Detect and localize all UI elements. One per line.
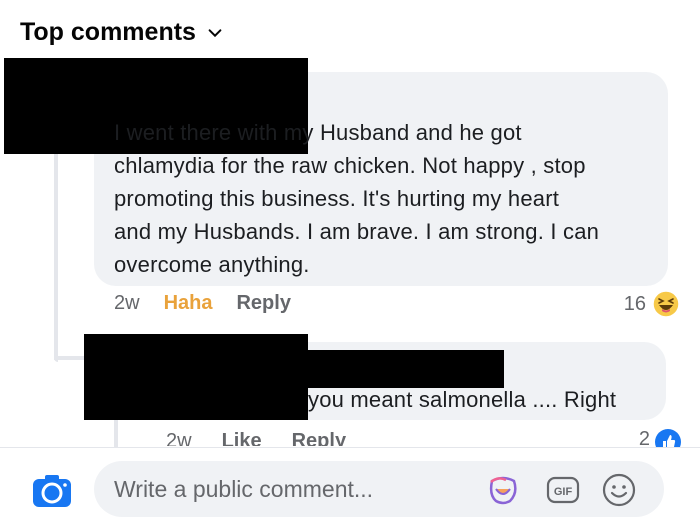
gif-icon[interactable]: GIF — [546, 473, 580, 507]
comment-composer-bar: Write a public comment... GIF — [0, 447, 700, 521]
redacted-reply-name — [308, 350, 504, 388]
thread-connector-branch — [54, 356, 84, 360]
comment-actions: 2w Haha Reply — [114, 292, 291, 315]
gif-label: GIF — [554, 486, 573, 498]
reaction-count: 16 — [623, 292, 646, 315]
like-reaction-icon — [655, 429, 681, 448]
reply-reply-button[interactable]: Reply — [292, 430, 346, 446]
camera-icon[interactable] — [32, 474, 72, 508]
redacted-reply-author — [84, 334, 308, 420]
like-button[interactable]: Like — [222, 430, 262, 446]
emoji-icon[interactable] — [602, 473, 636, 507]
haha-emoji-icon — [652, 290, 680, 318]
sort-label: Top comments — [20, 18, 196, 46]
avatar-sticker-icon[interactable] — [486, 473, 520, 507]
comment-text: I went there with my Husband and he got … — [114, 120, 600, 277]
top-comments-sort[interactable]: Top comments — [20, 18, 224, 47]
chevron-down-icon — [208, 28, 222, 37]
comment-timestamp: 2w — [114, 292, 140, 314]
reply-button[interactable]: Reply — [236, 292, 290, 315]
comment-input-placeholder: Write a public comment... — [114, 476, 374, 502]
reply-reaction-count: 2 — [638, 428, 650, 448]
haha-reaction-button[interactable]: Haha — [164, 292, 213, 315]
comment-input[interactable]: Write a public comment... GIF — [94, 461, 664, 517]
reply-reaction-summary[interactable]: 2 — [639, 428, 682, 448]
reaction-summary[interactable]: 16 — [624, 290, 680, 318]
reply-timestamp: 2w — [166, 430, 192, 446]
thread-connector — [54, 150, 58, 362]
reply-actions: 2w Like Reply — [166, 430, 346, 446]
reply-text: you meant salmonella .... Right — [308, 387, 617, 412]
